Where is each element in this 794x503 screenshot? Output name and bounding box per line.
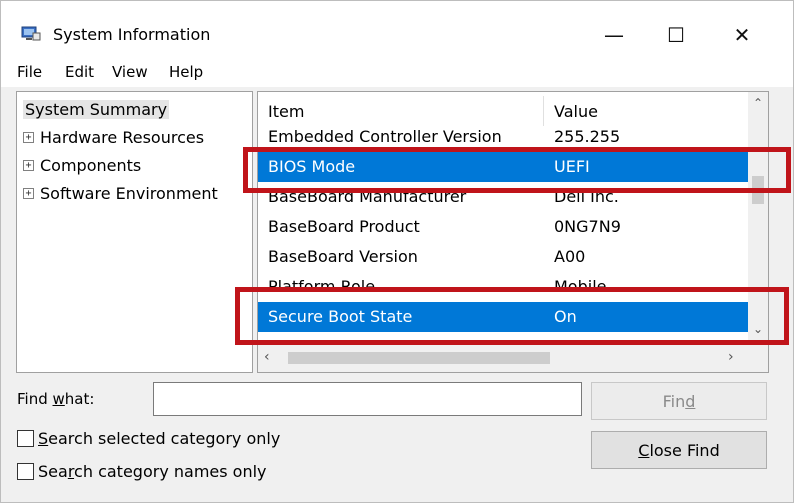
column-header-item[interactable]: Item (268, 102, 304, 121)
scrollbar-corner (748, 344, 768, 372)
tree-item-software-environment[interactable]: + Software Environment (23, 184, 218, 203)
window-title: System Information (53, 25, 211, 44)
table-row[interactable]: BaseBoard Manufacturer Dell Inc. (258, 182, 748, 212)
row-item: BIOS Mode (268, 157, 356, 176)
table-row-selected[interactable]: BIOS Mode UEFI (258, 152, 748, 182)
system-information-app-icon (21, 26, 41, 41)
menu-help[interactable]: Help (169, 63, 203, 81)
close-find-button[interactable]: Close Find (591, 431, 767, 469)
menu-edit[interactable]: Edit (65, 63, 94, 81)
search-selected-category-checkbox[interactable]: Search selected category only (17, 429, 280, 448)
system-information-window: System Information — ☐ ✕ File Edit View … (0, 0, 794, 503)
scroll-down-icon[interactable]: ⌄ (748, 322, 768, 342)
find-what-label: Find what: (17, 390, 95, 408)
find-what-input[interactable] (153, 382, 582, 416)
expand-icon[interactable]: + (23, 132, 34, 143)
table-row[interactable]: Embedded Controller Version 255.255 (258, 122, 748, 152)
table-row-selected[interactable]: Secure Boot State On (258, 302, 748, 332)
tree-item-hardware-resources[interactable]: + Hardware Resources (23, 128, 204, 147)
close-button[interactable]: ✕ (719, 19, 765, 51)
row-value: UEFI (554, 157, 590, 176)
row-value: Dell Inc. (554, 187, 619, 206)
expand-icon[interactable]: + (23, 160, 34, 171)
scroll-up-icon[interactable]: ⌃ (748, 96, 768, 116)
horizontal-scrollbar[interactable]: ‹ › (258, 344, 748, 372)
category-tree[interactable]: System Summary + Hardware Resources + Co… (16, 91, 253, 373)
row-value: 255.255 (554, 127, 621, 146)
table-row[interactable]: BaseBoard Version A00 (258, 242, 748, 272)
checkbox-box[interactable] (17, 463, 34, 480)
menu-bar: File Edit View Help (1, 57, 793, 87)
menu-file[interactable]: File (17, 63, 42, 81)
minimize-button[interactable]: — (591, 19, 637, 51)
table-row[interactable]: BaseBoard Product 0NG7N9 (258, 212, 748, 242)
tree-item-label: Hardware Resources (40, 128, 205, 147)
checkbox-label: Search category names only (38, 462, 267, 481)
vertical-scroll-thumb[interactable] (752, 176, 764, 204)
maximize-button[interactable]: ☐ (653, 19, 699, 51)
tree-item-label: Software Environment (40, 184, 218, 203)
title-bar[interactable]: System Information — ☐ ✕ (1, 1, 793, 57)
vertical-scrollbar[interactable]: ⌃ ⌄ (748, 92, 768, 342)
checkbox-box[interactable] (17, 430, 34, 447)
details-list[interactable]: Item Value Embedded Controller Version 2… (257, 91, 769, 373)
tree-item-components[interactable]: + Components (23, 156, 141, 175)
checkbox-label: Search selected category only (38, 429, 281, 448)
scroll-left-icon[interactable]: ‹ (264, 349, 270, 365)
row-value: Mobile (554, 277, 607, 296)
scroll-right-icon[interactable]: › (728, 349, 734, 365)
row-item: BaseBoard Product (268, 217, 420, 236)
table-row[interactable]: Platform Role Mobile (258, 272, 748, 302)
row-value: 0NG7N9 (554, 217, 621, 236)
tree-item-label: Components (40, 156, 142, 175)
row-item: BaseBoard Version (268, 247, 418, 266)
menu-view[interactable]: View (112, 63, 148, 81)
row-item: Platform Role (268, 277, 376, 296)
column-header-value[interactable]: Value (554, 102, 598, 121)
row-value: On (554, 307, 577, 326)
find-button[interactable]: Fin d (591, 382, 767, 420)
expand-icon[interactable]: + (23, 188, 34, 199)
row-item: BaseBoard Manufacturer (268, 187, 467, 206)
horizontal-scroll-thumb[interactable] (288, 352, 550, 364)
tree-item-system-summary[interactable]: System Summary (23, 100, 170, 119)
row-value: A00 (554, 247, 586, 266)
search-category-names-checkbox[interactable]: Search category names only (17, 462, 267, 481)
row-item: Secure Boot State (268, 307, 413, 326)
row-item: Embedded Controller Version (268, 127, 502, 146)
